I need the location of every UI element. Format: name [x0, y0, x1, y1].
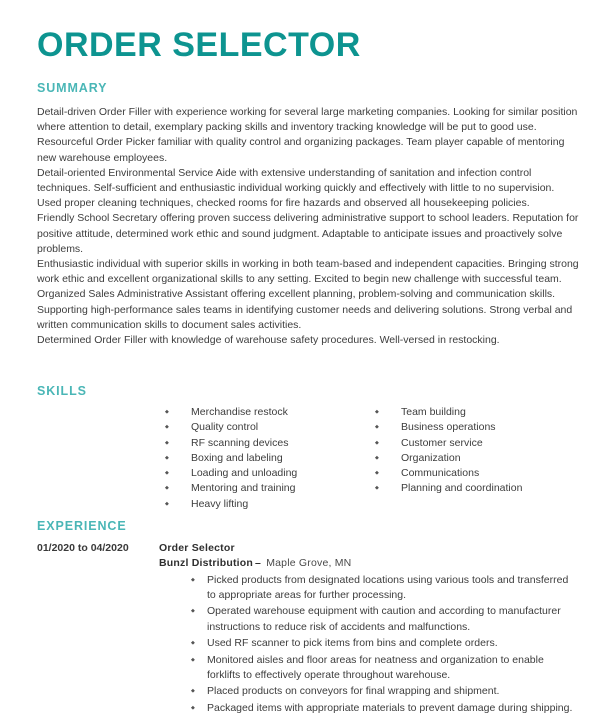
summary-paragraph: Resourceful Order Picker familiar with q…	[37, 136, 565, 164]
list-item: Boxing and labeling	[165, 451, 375, 467]
summary-section: SUMMARY Detail-driven Order Filler with …	[37, 80, 579, 348]
list-item: Communications	[375, 466, 585, 482]
summary-heading: SUMMARY	[37, 81, 108, 95]
list-item: RF scanning devices	[165, 436, 375, 452]
skills-heading: SKILLS	[37, 384, 87, 398]
summary-paragraph: Determined Order Filler with knowledge o…	[37, 334, 500, 347]
list-item: Heavy lifting	[165, 497, 375, 513]
experience-job-title: Order Selector	[159, 542, 235, 554]
list-item: Organization	[375, 451, 585, 467]
list-item: Merchandise restock	[165, 405, 375, 421]
summary-paragraph: Organized Sales Administrative Assistant…	[37, 288, 573, 331]
summary-paragraph: Detail-driven Order Filler with experien…	[37, 106, 578, 134]
skills-section: SKILLS Merchandise restock Quality contr…	[37, 383, 579, 512]
experience-location: Maple Grove, MN	[266, 557, 352, 570]
list-item: Mentoring and training	[165, 481, 375, 497]
experience-heading: EXPERIENCE	[37, 519, 127, 533]
list-item: Packaged items with appropriate material…	[191, 701, 579, 716]
list-item: Quality control	[165, 420, 375, 436]
experience-entry: 01/2020 to 04/2020 Order Selector Bunzl …	[37, 541, 579, 716]
skills-column-left: Merchandise restock Quality control RF s…	[165, 405, 375, 512]
list-item: Customer service	[375, 436, 585, 452]
list-item: Picked products from designated location…	[191, 573, 579, 604]
list-item: Placed products on conveyors for final w…	[191, 684, 579, 700]
list-item: Used RF scanner to pick items from bins …	[191, 636, 579, 652]
list-item: Operated warehouse equipment with cautio…	[191, 604, 579, 635]
summary-paragraph: Friendly School Secretary offering prove…	[37, 212, 579, 255]
list-item: Business operations	[375, 420, 585, 436]
experience-employer-line: Bunzl Distribution – Maple Grove, MN	[159, 556, 579, 571]
page-title: ORDER SELECTOR	[37, 26, 361, 64]
experience-dates: 01/2020 to 04/2020	[37, 542, 129, 554]
experience-bullet-list: Picked products from designated location…	[159, 573, 579, 716]
skills-list: Team building Business operations Custom…	[375, 405, 585, 497]
summary-paragraph: Detail-oriented Environmental Service Ai…	[37, 166, 555, 210]
experience-employer: Bunzl Distribution	[159, 557, 254, 570]
experience-separator: –	[255, 557, 262, 570]
skills-list: Merchandise restock Quality control RF s…	[165, 405, 375, 512]
experience-detail: Order Selector Bunzl Distribution – Maple…	[159, 541, 579, 716]
list-item: Planning and coordination	[375, 481, 585, 497]
list-item: Monitored aisles and floor areas for nea…	[191, 653, 579, 684]
skills-columns: Merchandise restock Quality control RF s…	[37, 405, 579, 512]
summary-paragraph: Enthusiastic individual with superior sk…	[37, 258, 579, 286]
resume-page: ORDER SELECTOR SUMMARY Detail-driven Ord…	[0, 0, 616, 716]
summary-paragraph-list: Detail-driven Order Filler with experien…	[37, 105, 579, 348]
skills-column-right: Team building Business operations Custom…	[375, 405, 585, 512]
experience-section: EXPERIENCE 01/2020 to 04/2020 Order Sele…	[37, 518, 579, 716]
list-item: Team building	[375, 405, 585, 421]
list-item: Loading and unloading	[165, 466, 375, 482]
